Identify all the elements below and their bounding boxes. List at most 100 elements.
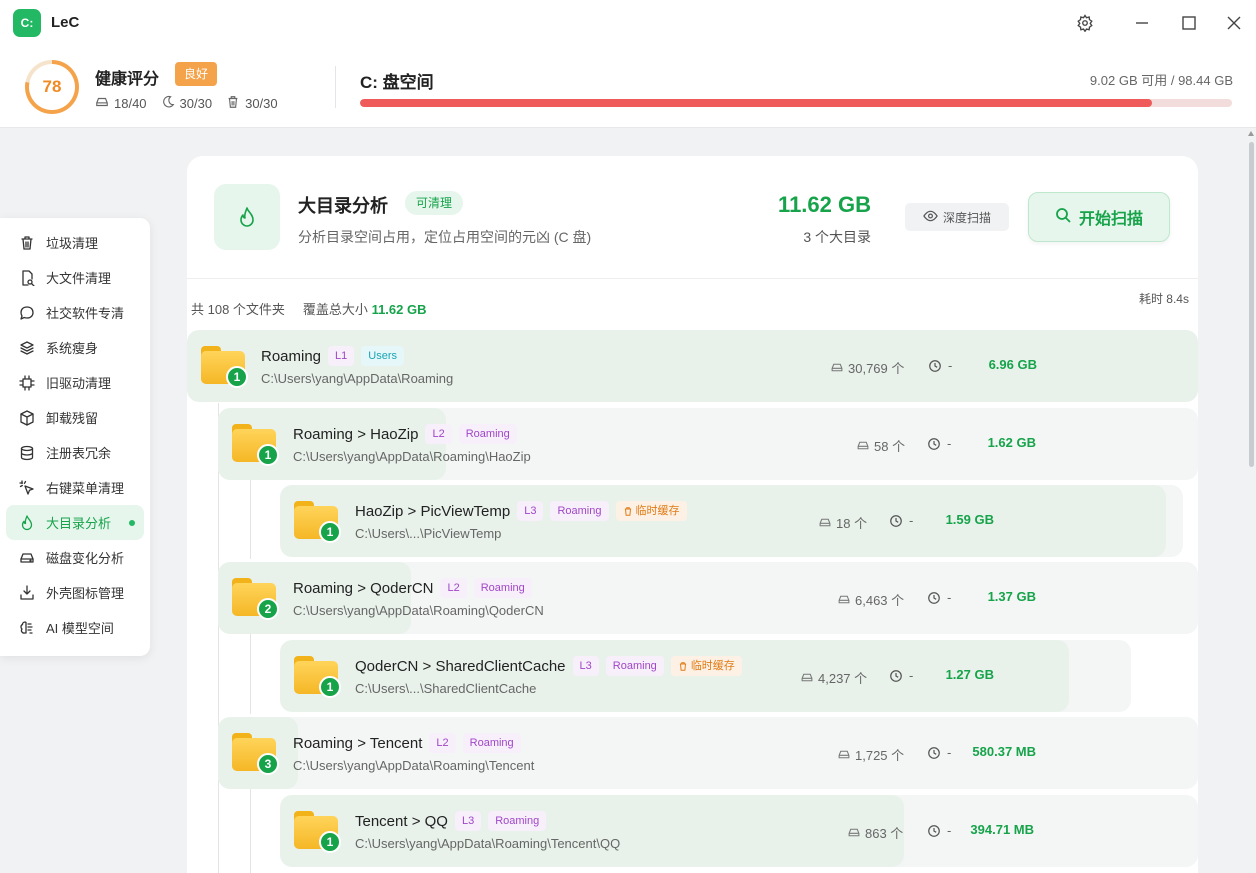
- sidebar-item-label: 外壳图标管理: [46, 586, 125, 601]
- directory-row[interactable]: 1 Roaming L1 Users C:\Users\yang\AppData\Roa…: [187, 330, 1198, 402]
- file-count: 1,725 个: [837, 745, 904, 764]
- directory-name-line: Roaming > HaoZip L2 Roaming: [293, 424, 517, 444]
- directory-row[interactable]: 3 Roaming > Tencent L2 Roaming C:\Users\yang…: [218, 717, 1198, 789]
- scroll-up-arrow[interactable]: [1248, 131, 1254, 136]
- stat-drive: 18/40: [95, 95, 147, 112]
- file-count-value: 1,725 个: [855, 748, 905, 763]
- parent-tag: Roaming: [473, 578, 532, 598]
- drive-icon: [831, 363, 843, 372]
- sidebar-item-0[interactable]: 垃圾清理: [6, 225, 144, 260]
- sidebar-item-label: 垃圾清理: [46, 236, 99, 251]
- stat-trash-value: 30/30: [245, 96, 278, 111]
- rank-badge: 1: [319, 521, 341, 543]
- section-badge: 可清理: [405, 191, 464, 215]
- sidebar-item-11[interactable]: AI 模型空间: [6, 610, 144, 645]
- level-tag: L3: [517, 501, 544, 521]
- trash-icon: [624, 506, 631, 516]
- directory-path: C:\Users\yang\AppData\Roaming\QoderCN: [293, 603, 544, 618]
- deep-scan-button[interactable]: 深度扫描: [905, 203, 1009, 231]
- directory-row[interactable]: 1 Roaming > HaoZip L2 Roaming C:\Users\yang\…: [218, 408, 1198, 480]
- app-title: LeC: [51, 14, 80, 31]
- directory-name: Roaming > QoderCN: [293, 579, 434, 597]
- scrollbar-thumb[interactable]: [1249, 142, 1254, 467]
- total-size: 11.62 GB: [778, 192, 871, 217]
- sidebar-item-1[interactable]: 大文件清理: [6, 260, 144, 295]
- level-tag: L3: [454, 811, 482, 831]
- sidebar-item-4[interactable]: 旧驱动清理: [6, 365, 144, 400]
- rank-badge: 1: [319, 831, 341, 853]
- close-icon[interactable]: [1222, 11, 1246, 35]
- directory-name: Roaming: [261, 347, 322, 365]
- sidebar-item-3[interactable]: 系统瘦身: [6, 330, 144, 365]
- directory-size: 1.62 GB: [987, 435, 1036, 450]
- download-tray-icon: [18, 584, 36, 602]
- parent-tag: Roaming: [462, 733, 521, 753]
- app-logo: C:: [13, 9, 41, 37]
- tree-connector: [250, 789, 251, 873]
- sidebar-item-6[interactable]: 注册表冗余: [6, 435, 144, 470]
- file-search-icon: [18, 269, 36, 287]
- search-icon: [1055, 207, 1071, 228]
- stat-moon-value: 30/30: [179, 96, 213, 111]
- parent-tag: Roaming: [488, 811, 547, 831]
- drive-icon: [819, 518, 831, 527]
- main-panel: 大目录分析 可清理 分析目录空间占用，定位占用空间的元凶 (C 盘) 11.62…: [187, 156, 1198, 873]
- sidebar-item-8[interactable]: 大目录分析: [6, 505, 144, 540]
- minimize-icon[interactable]: [1130, 11, 1154, 35]
- directory-name: Roaming > Tencent: [293, 734, 423, 752]
- directory-path: C:\Users\yang\AppData\Roaming\HaoZip: [293, 449, 531, 464]
- size-share-highlight: [187, 330, 1198, 402]
- sidebar-item-10[interactable]: 外壳图标管理: [6, 575, 144, 610]
- file-count-value: 6,463 个: [855, 593, 905, 608]
- sidebar-item-label: 磁盘变化分析: [46, 551, 125, 566]
- directory-name: Tencent > QQ: [355, 812, 448, 830]
- chat-bubble-icon: [18, 304, 36, 322]
- summary-cover: 覆盖总大小 11.62 GB: [303, 299, 427, 318]
- temp-cache-label: 临时缓存: [690, 660, 735, 672]
- disk-usage: 9.02 GB 可用 / 98.44 GB: [1089, 73, 1233, 88]
- pointer-click-icon: [18, 479, 36, 497]
- directory-name-line: Tencent > QQ L3 Roaming: [355, 811, 547, 831]
- directory-size: 1.27 GB: [945, 667, 994, 682]
- sidebar-item-label: 注册表冗余: [46, 446, 112, 461]
- disk-usage-bar: [360, 99, 1232, 107]
- start-scan-button[interactable]: 开始扫描: [1028, 192, 1170, 242]
- tree-connector: [250, 634, 251, 714]
- drive-icon: [838, 595, 850, 604]
- sidebar-item-label: 大目录分析: [46, 516, 112, 531]
- directory-row[interactable]: 1 HaoZip > PicViewTemp L3 Roaming 临时缓存 C:\Use…: [280, 485, 1183, 557]
- scan-summary: 共 108 个文件夹 覆盖总大小 11.62 GB: [191, 299, 427, 318]
- flame-icon: [214, 184, 280, 250]
- gear-icon[interactable]: [1073, 11, 1097, 35]
- summary-cover-label: 覆盖总大小: [302, 302, 368, 317]
- file-count-value: 30,769 个: [848, 361, 905, 376]
- file-count: 18 个: [818, 513, 867, 532]
- directory-name-line: HaoZip > PicViewTemp L3 Roaming 临时缓存: [355, 501, 687, 521]
- directory-path: C:\Users\yang\AppData\Roaming: [261, 371, 454, 386]
- directory-size: 1.37 GB: [987, 589, 1036, 604]
- drive-icon: [848, 828, 860, 837]
- summary-folders: 共 108 个文件夹: [191, 302, 285, 317]
- maximize-icon[interactable]: [1177, 11, 1201, 35]
- sidebar-item-label: 旧驱动清理: [46, 376, 112, 391]
- file-count-value: 863 个: [865, 826, 904, 841]
- tree-connector: [250, 479, 251, 559]
- sidebar-item-7[interactable]: 右键菜单清理: [6, 470, 144, 505]
- sidebar-item-9[interactable]: 磁盘变化分析: [6, 540, 144, 575]
- size-share-highlight: [280, 485, 1166, 557]
- disk-usage-fill: [360, 99, 1152, 107]
- directory-row[interactable]: 1 Tencent > QQ L3 Roaming C:\Users\yang\AppD…: [280, 795, 1198, 867]
- sidebar-item-2[interactable]: 社交软件专清: [6, 295, 144, 330]
- directory-size: 394.71 MB: [970, 822, 1034, 837]
- rank-badge: 1: [226, 366, 248, 388]
- health-stats: 18/40 30/30 30/30: [95, 95, 278, 112]
- rank-badge: 1: [257, 444, 279, 466]
- directory-row[interactable]: 1 QoderCN > SharedClientCache L3 Roaming 临时缓…: [280, 640, 1131, 712]
- sidebar-item-label: 卸载残留: [46, 411, 99, 426]
- directory-row[interactable]: 2 Roaming > QoderCN L2 Roaming C:\Users\yang…: [218, 562, 1198, 634]
- health-badge: 良好: [175, 62, 218, 86]
- scrollbar[interactable]: [1246, 130, 1256, 873]
- health-header: 78 健康评分 良好 18/40 30/30 30/30 C: 盘空间 9.02…: [0, 46, 1256, 128]
- drive-icon: [857, 441, 869, 450]
- sidebar-item-5[interactable]: 卸载残留: [6, 400, 144, 435]
